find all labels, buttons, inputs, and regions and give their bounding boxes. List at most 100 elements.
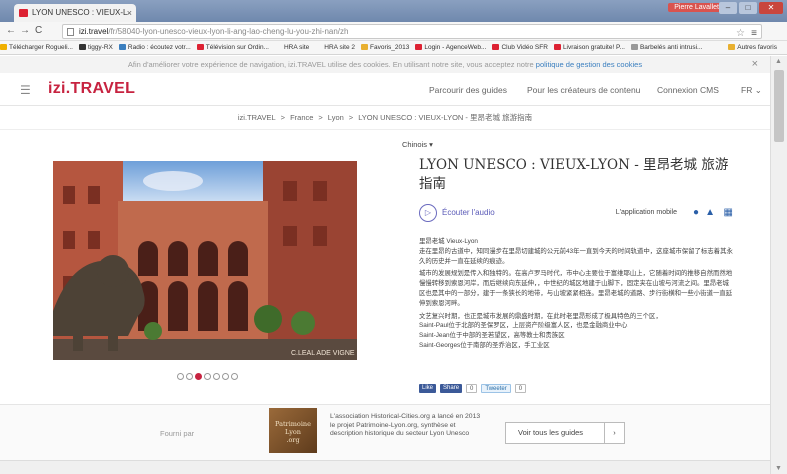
carousel-dot[interactable] bbox=[177, 373, 184, 380]
bookmark-item[interactable]: Club Vidéo SFR bbox=[492, 41, 548, 54]
url-input[interactable]: izi.travel/fr/58040-lyon-unesco-vieux-ly… bbox=[62, 24, 762, 39]
bookmark-item[interactable]: Télévision sur Ordin... bbox=[196, 41, 269, 54]
tweet-button[interactable]: Tweeter bbox=[481, 384, 511, 393]
carousel-dot[interactable] bbox=[195, 373, 202, 380]
other-bookmarks[interactable]: Autres favoris bbox=[728, 41, 777, 54]
facebook-like-button[interactable]: Like bbox=[419, 384, 437, 393]
carousel-dots bbox=[177, 373, 238, 380]
bookmark-label: tiggy-RX bbox=[87, 44, 113, 51]
patrimoine-lyon-logo[interactable]: Patrimoine Lyon .org bbox=[269, 408, 317, 453]
carousel-dot[interactable] bbox=[222, 373, 229, 380]
nav-browse-guides[interactable]: Parcourir des guides bbox=[429, 85, 507, 95]
audio-row: ▷ Écouter l'audio L'application mobile ●… bbox=[419, 204, 739, 222]
cookie-text: Afin d'améliorer votre expérience de nav… bbox=[127, 60, 536, 69]
logo-suffix: .TRAVEL bbox=[65, 80, 136, 97]
bookmark-item[interactable]: tiggy-RX bbox=[78, 41, 113, 54]
bookmark-item[interactable]: HRA site bbox=[275, 41, 309, 54]
window-close-icon[interactable]: ✕ bbox=[759, 2, 783, 14]
hamburger-menu-icon[interactable]: ☰ bbox=[20, 83, 31, 97]
chevron-down-icon: ⌄ bbox=[754, 85, 762, 95]
bookmark-label: Club Vidéo SFR bbox=[501, 44, 548, 51]
reload-icon[interactable]: C bbox=[35, 25, 42, 36]
language-code: FR bbox=[741, 85, 753, 95]
horizontal-scrollbar[interactable] bbox=[0, 460, 770, 474]
description-paragraph: 文艺复兴时期，也正是城市发展的鼎盛时期，在此时老里昂形成了极具特色的三个区， S… bbox=[419, 312, 662, 349]
maximize-icon[interactable]: □ bbox=[739, 2, 757, 14]
bookmark-list: Télécharger Rogueli... tiggy-RX Radio : éc… bbox=[0, 44, 708, 51]
url-path: /fr/58040-lyon-unesco-vieux-lyon-li-ang-… bbox=[108, 27, 349, 36]
bookmark-label: Favoris_2013 bbox=[370, 44, 410, 51]
browser-user-badge[interactable]: Pierre Lavallet bbox=[668, 3, 725, 12]
bookmark-icon bbox=[275, 44, 282, 50]
minimize-icon[interactable]: – bbox=[719, 2, 737, 14]
nav-content-creators[interactable]: Pour les créateurs de contenu bbox=[527, 85, 640, 95]
breadcrumb-separator: > bbox=[280, 113, 286, 122]
page-scrollbar[interactable]: ▲ ▼ bbox=[770, 56, 787, 474]
cookie-close-icon[interactable]: × bbox=[752, 56, 758, 73]
breadcrumb-country[interactable]: France bbox=[290, 113, 313, 122]
breadcrumb-separator: > bbox=[348, 113, 354, 122]
browser-tab[interactable]: LYON UNESCO : VIEUX-L × bbox=[14, 4, 136, 22]
tab-close-icon[interactable]: × bbox=[127, 4, 132, 22]
browser-menu-icon[interactable]: ≡ bbox=[751, 27, 757, 40]
guide-photo[interactable]: C.LEAL ADE VIGNE bbox=[53, 161, 357, 360]
scroll-up-icon[interactable]: ▲ bbox=[775, 58, 782, 65]
nav-cms-login[interactable]: Connexion CMS bbox=[657, 85, 719, 95]
bookmark-item[interactable]: Login - AgenceWeb... bbox=[415, 41, 487, 54]
bookmark-item[interactable]: Radio : écoutez votr... bbox=[118, 41, 191, 54]
guide-description: 里昂老城 Vieux-Lyon 走在里昂的古道中，知同漫步在里昂切建城的公元前4… bbox=[419, 237, 735, 369]
language-selector[interactable]: FR ⌄ bbox=[741, 85, 762, 96]
bookmark-icon bbox=[415, 44, 423, 51]
android-icon[interactable]: ▲ bbox=[705, 207, 715, 218]
bookmark-icon bbox=[492, 44, 500, 51]
play-audio-icon[interactable]: ▷ bbox=[419, 204, 437, 222]
guide-title: LYON UNESCO : VIEUX-LYON - 里昂老城 旅游指南 bbox=[419, 157, 729, 192]
bookmark-label: Télévision sur Ordin... bbox=[205, 44, 269, 51]
guide-main: C.LEAL ADE VIGNE Chinois ▾ LYON UNESCO :… bbox=[0, 130, 770, 404]
breadcrumb: izi.TRAVEL > France > Lyon > LYON UNESCO : VIE… bbox=[0, 106, 770, 130]
bookmark-label: Livraison gratuite! P... bbox=[562, 44, 625, 51]
izi-travel-logo[interactable]: izi.TRAVEL bbox=[48, 80, 135, 98]
description-paragraph: 里昂老城 Vieux-Lyon 走在里昂的古道中，知同漫步在里昂切建城的公元前4… bbox=[419, 238, 733, 265]
carousel-dot[interactable] bbox=[204, 373, 211, 380]
cookie-banner: Afin d'améliorer votre expérience de nav… bbox=[0, 56, 770, 73]
window-controls: – □ ✕ bbox=[719, 2, 783, 14]
bookmark-star-icon[interactable]: ☆ bbox=[736, 27, 745, 40]
provided-by-label: Fourni par bbox=[160, 429, 195, 438]
language-dropdown[interactable]: Chinois ▾ bbox=[402, 140, 433, 149]
folder-icon bbox=[728, 44, 736, 51]
bookmark-icon bbox=[118, 44, 126, 51]
see-all-guides-button[interactable]: Voir tous les guides › bbox=[505, 422, 625, 444]
carousel-dot[interactable] bbox=[213, 373, 220, 380]
cookie-policy-link[interactable]: politique de gestion des cookies bbox=[536, 60, 642, 69]
carousel-dot[interactable] bbox=[186, 373, 193, 380]
bookmark-item[interactable]: Favoris_2013 bbox=[361, 41, 410, 54]
url-host: izi.travel bbox=[79, 27, 109, 36]
scroll-down-icon[interactable]: ▼ bbox=[775, 465, 782, 472]
bookmark-item[interactable]: Livraison gratuite! P... bbox=[553, 41, 625, 54]
breadcrumb-home[interactable]: izi.TRAVEL bbox=[238, 113, 276, 122]
tweet-count: 0 bbox=[514, 384, 527, 393]
breadcrumb-city[interactable]: Lyon bbox=[328, 113, 344, 122]
bookmark-item[interactable]: Télécharger Rogueli... bbox=[0, 41, 73, 54]
bookmark-icon bbox=[0, 44, 7, 51]
bookmark-item[interactable]: Barbelés anti intrusi... bbox=[630, 41, 703, 54]
chevron-right-icon: › bbox=[604, 423, 624, 443]
address-bar-row: ← → C izi.travel/fr/58040-lyon-unesco-vi… bbox=[0, 22, 787, 41]
bookmark-label: Barbelés anti intrusi... bbox=[639, 44, 703, 51]
windows-icon[interactable]: ▦ bbox=[724, 207, 733, 218]
apple-icon[interactable]: ● bbox=[693, 207, 699, 218]
bookmark-label: HRA site 2 bbox=[324, 44, 355, 51]
site-favicon-icon bbox=[19, 9, 28, 17]
facebook-share-button[interactable]: Share bbox=[440, 384, 463, 393]
provider-strip: Fourni par Patrimoine Lyon .org L'associ… bbox=[0, 404, 770, 460]
scrollbar-thumb[interactable] bbox=[774, 70, 784, 142]
forward-icon[interactable]: → bbox=[20, 25, 30, 36]
bookmark-item[interactable]: HRA site 2 bbox=[315, 41, 355, 54]
browser-tab-strip: LYON UNESCO : VIEUX-L × Pierre Lavallet … bbox=[0, 0, 787, 22]
provider-description: L'association Historical-Cities.org a la… bbox=[330, 413, 481, 438]
carousel-dot[interactable] bbox=[231, 373, 238, 380]
listen-audio-label[interactable]: Écouter l'audio bbox=[442, 208, 495, 217]
back-icon[interactable]: ← bbox=[6, 25, 16, 36]
bookmark-label: Login - AgenceWeb... bbox=[424, 44, 487, 51]
